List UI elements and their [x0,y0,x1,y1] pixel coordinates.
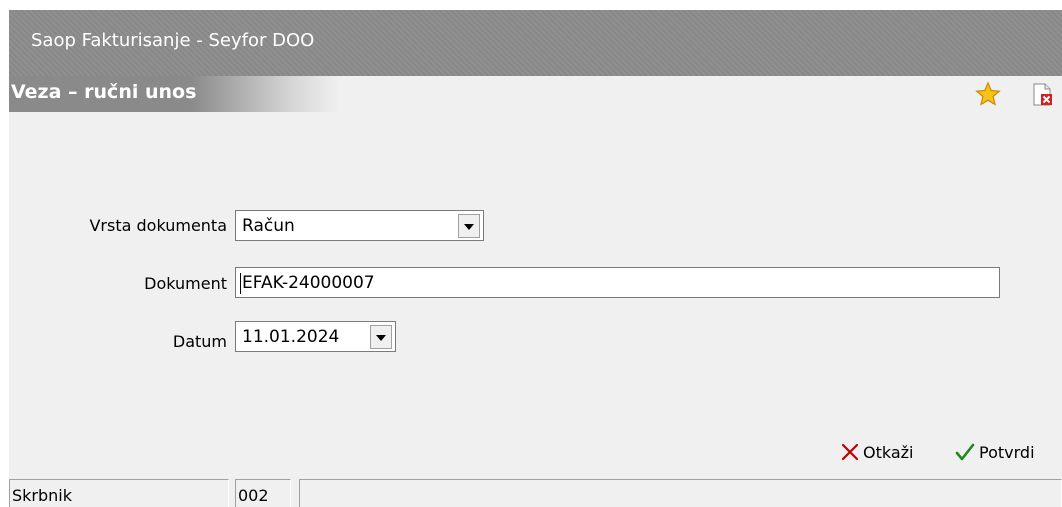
chevron-down-icon[interactable] [458,214,480,238]
checkmark-icon [955,443,975,461]
status-value-cell: 002 [235,479,291,507]
status-bar: Skrbnik 002 [9,476,1062,507]
star-icon[interactable] [975,81,1001,107]
title-bar: Saop Fakturisanje - Seyfor DOO [9,10,1062,76]
cancel-button[interactable]: Otkaži [841,443,914,462]
document-value: EFAK-24000007 [242,273,375,293]
window-title: Saop Fakturisanje - Seyfor DOO [31,30,315,51]
document-input[interactable]: EFAK-24000007 [235,267,1000,298]
confirm-button[interactable]: Potvrdi [955,443,1035,462]
date-value: 11.01.2024 [242,327,340,347]
date-picker[interactable]: 11.01.2024 [235,321,396,352]
dialog-title: Veza – ručni unos [11,81,197,103]
document-label: Dokument [144,274,227,293]
date-label: Datum [172,332,227,351]
dialog-header: Veza – ručni unos [9,76,1062,112]
status-extra-cell [299,479,1062,507]
cancel-label: Otkaži [863,443,914,462]
close-document-icon[interactable] [1031,83,1055,107]
text-caret [240,273,241,294]
status-value: 002 [238,486,269,505]
confirm-label: Potvrdi [979,443,1035,462]
document-type-label: Vrsta dokumenta [89,216,227,235]
x-icon [841,443,859,461]
dialog-window: Saop Fakturisanje - Seyfor DOO Veza – ru… [9,10,1062,507]
status-label-cell: Skrbnik [9,479,229,507]
document-type-select[interactable]: Račun [235,210,484,241]
status-label: Skrbnik [12,486,73,505]
header-band: Veza – ručni unos [9,76,339,112]
chevron-down-icon[interactable] [370,325,392,349]
document-type-value: Račun [242,216,295,236]
